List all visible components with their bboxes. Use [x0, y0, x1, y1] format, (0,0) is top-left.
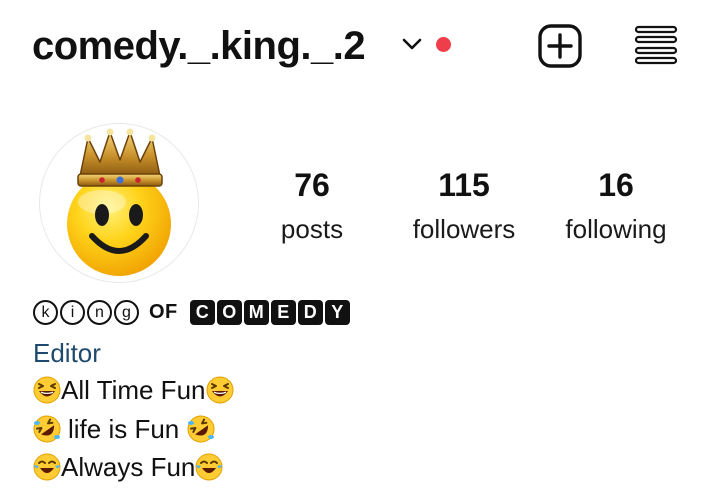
- following-label: following: [565, 214, 667, 244]
- circled-letter: i: [60, 300, 85, 325]
- circled-letter: g: [114, 300, 139, 325]
- smiley-crown-icon: [67, 128, 171, 276]
- posts-stat[interactable]: 76 posts: [242, 166, 382, 245]
- chevron-down-icon[interactable]: [401, 36, 423, 52]
- face-with-tears-of-joy-icon: [33, 453, 61, 481]
- profile-avatar[interactable]: [40, 124, 198, 282]
- bio-line: All Time Fun: [33, 374, 234, 406]
- following-stat[interactable]: 16 following: [546, 166, 686, 245]
- boxed-letter: O: [216, 300, 242, 325]
- boxed-letter: M: [243, 300, 269, 325]
- circled-letter: n: [87, 300, 112, 325]
- face-with-tears-of-joy-icon: [195, 453, 223, 481]
- profile-header: comedy._.king._.2: [0, 0, 720, 92]
- rolling-on-floor-laughing-icon: [187, 415, 214, 443]
- circled-letter: k: [33, 300, 58, 325]
- display-name-connector: OF: [149, 301, 178, 323]
- boxed-letter: Y: [324, 300, 350, 325]
- posts-label: posts: [280, 214, 344, 244]
- boxed-letter: D: [297, 300, 323, 325]
- boxed-letter: C: [189, 300, 215, 325]
- grinning-squinting-face-icon: [206, 376, 233, 404]
- profile-category[interactable]: Editor: [33, 337, 101, 369]
- followers-count: 115: [438, 167, 490, 203]
- username[interactable]: comedy._.king._.2: [32, 22, 366, 70]
- followers-stat[interactable]: 115 followers: [394, 166, 534, 245]
- posts-count: 76: [294, 167, 330, 203]
- notification-dot: [436, 37, 451, 52]
- bio-line: life is Fun: [33, 413, 215, 445]
- boxed-letter: E: [270, 300, 296, 325]
- bio-line-text: life is Fun: [68, 414, 187, 444]
- bio-line: Always Fun: [33, 451, 223, 483]
- bio-line-text: Always Fun: [61, 452, 196, 482]
- plus-square-icon[interactable]: [537, 23, 583, 69]
- rolling-on-floor-laughing-icon: [33, 415, 61, 443]
- bio-line-text: All Time Fun: [61, 375, 206, 405]
- following-count: 16: [598, 167, 634, 203]
- followers-label: followers: [412, 214, 516, 244]
- grinning-squinting-face-icon: [33, 376, 61, 404]
- display-name: k i n g OF C O M E D Y: [33, 300, 352, 328]
- hamburger-menu-icon[interactable]: [634, 24, 678, 66]
